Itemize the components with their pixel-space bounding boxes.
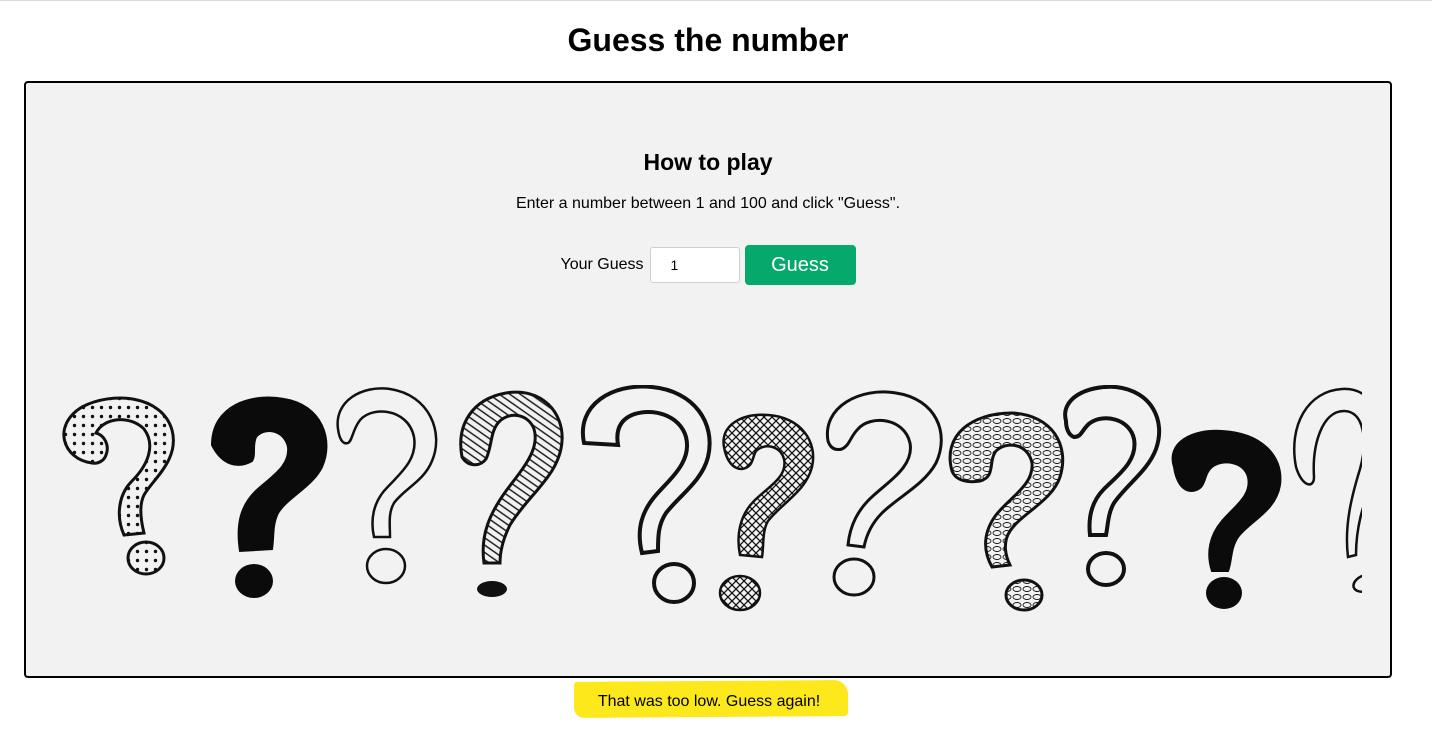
instructions-text: Enter a number between 1 and 100 and cli… xyxy=(515,195,901,212)
guess-button[interactable]: Guess xyxy=(744,245,856,285)
question-mark-outline xyxy=(336,387,438,585)
how-to-play-heading: How to play xyxy=(643,149,773,175)
guess-input[interactable] xyxy=(649,247,740,283)
question-mark-crosshatch xyxy=(718,413,815,612)
question-mark-outline-tall xyxy=(1293,387,1362,593)
guess-label: Your Guess xyxy=(560,256,644,273)
page-title: Guess the number xyxy=(567,22,849,58)
question-mark-outline-double xyxy=(1063,385,1162,587)
question-marks-illustration xyxy=(62,385,1362,612)
question-mark-scribbled xyxy=(459,390,564,597)
guess-form: Your Guess Guess xyxy=(26,245,1390,285)
question-mark-black-scribble xyxy=(1171,429,1282,609)
question-mark-loops xyxy=(948,411,1065,612)
question-mark-dotted xyxy=(62,396,175,576)
top-divider xyxy=(0,0,1432,1)
game-panel: How to play Enter a number between 1 and… xyxy=(24,81,1392,678)
question-mark-outline-wide xyxy=(580,385,712,604)
question-mark-outline-thin xyxy=(825,390,943,597)
question-mark-bold xyxy=(210,396,328,598)
feedback-message: That was too low. Guess again! xyxy=(597,693,821,710)
